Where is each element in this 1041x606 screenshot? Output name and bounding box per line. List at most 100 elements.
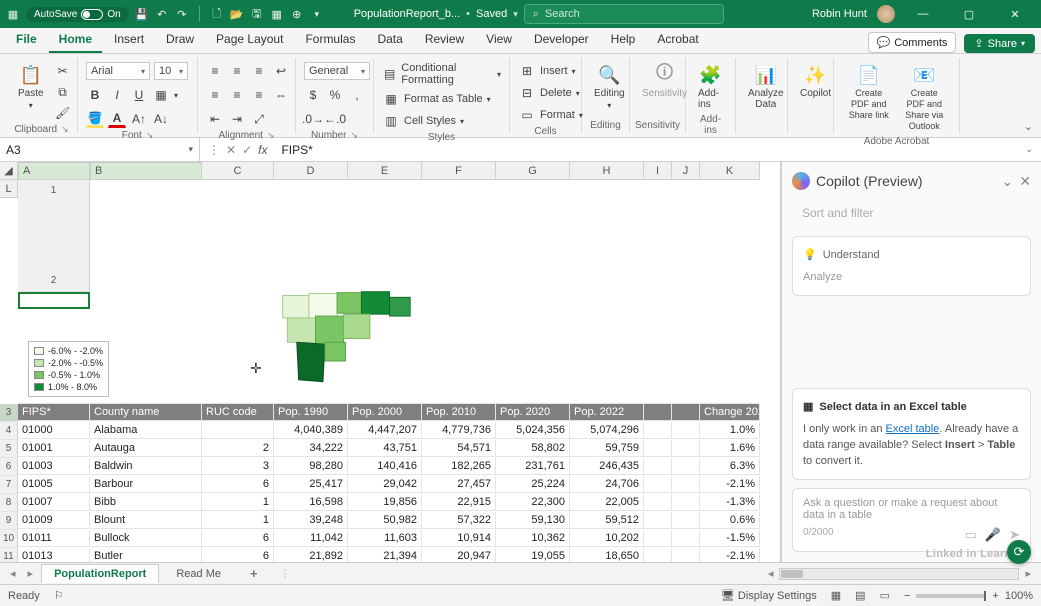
- row-header[interactable]: 6: [0, 458, 18, 476]
- cell[interactable]: 39,248: [274, 512, 348, 529]
- editing-button[interactable]: 🔍Editing▾: [590, 62, 629, 112]
- worksheet[interactable]: ◢ABCDEFGHIJKL12 -6.0% - -2.0%-2.0% - -0.…: [0, 162, 781, 562]
- table-header[interactable]: Pop. 2010: [422, 404, 496, 421]
- prev-sheet-icon[interactable]: ◂: [6, 567, 20, 580]
- cell[interactable]: 25,417: [274, 476, 348, 493]
- launcher-icon[interactable]: ↘: [267, 130, 275, 141]
- cell[interactable]: 140,416: [348, 458, 422, 475]
- sheet-tab-readme[interactable]: Read Me: [163, 564, 234, 583]
- cell[interactable]: 01005: [18, 476, 90, 493]
- excel-table-link[interactable]: Excel table: [886, 423, 940, 435]
- table-header[interactable]: Pop. 2022: [570, 404, 644, 421]
- cell[interactable]: 59,512: [570, 512, 644, 529]
- tab-home[interactable]: Home: [49, 27, 102, 53]
- save-icon[interactable]: 💾: [135, 7, 149, 21]
- font-color-button[interactable]: A: [108, 110, 126, 128]
- cell[interactable]: 18,650: [570, 548, 644, 562]
- cell[interactable]: 24,706: [570, 476, 644, 493]
- tab-pagelayout[interactable]: Page Layout: [206, 27, 293, 53]
- close-button[interactable]: ✕: [997, 0, 1033, 28]
- wrap-icon[interactable]: ↩: [272, 62, 290, 80]
- tab-draw[interactable]: Draw: [156, 27, 204, 53]
- copilot-suggestion[interactable]: Sort and filter: [792, 198, 1031, 228]
- chevron-down-icon[interactable]: ⌄: [1002, 173, 1014, 190]
- col-header[interactable]: K: [700, 162, 760, 180]
- cell[interactable]: 1: [202, 512, 274, 529]
- cell[interactable]: [644, 422, 672, 439]
- cell[interactable]: [202, 422, 274, 439]
- sheet-tab-active[interactable]: PopulationReport: [41, 564, 159, 583]
- undo-icon[interactable]: ↶: [155, 7, 169, 21]
- cell[interactable]: 01007: [18, 494, 90, 511]
- table-header[interactable]: FIPS*: [18, 404, 90, 421]
- row-header[interactable]: 11: [0, 548, 18, 562]
- expand-formula-icon[interactable]: ⌄: [1025, 144, 1041, 155]
- cell[interactable]: 2: [202, 440, 274, 457]
- cell[interactable]: 59,130: [496, 512, 570, 529]
- italic-button[interactable]: I: [108, 86, 126, 104]
- row-header[interactable]: 5: [0, 440, 18, 458]
- align-right-icon[interactable]: ≡: [250, 86, 268, 104]
- tab-review[interactable]: Review: [415, 27, 474, 53]
- cell[interactable]: -1.3%: [700, 494, 760, 511]
- scroll-left-icon[interactable]: ◂: [764, 567, 778, 580]
- dec-decimal-icon[interactable]: ←.0: [326, 110, 344, 128]
- format-table-button[interactable]: ▦Format as Table▾: [382, 90, 491, 108]
- percent-icon[interactable]: %: [326, 86, 344, 104]
- cell[interactable]: 4,040,389: [274, 422, 348, 439]
- cell[interactable]: 246,435: [570, 458, 644, 475]
- file-name[interactable]: PopulationReport_b...: [354, 8, 460, 20]
- scroll-right-icon[interactable]: ▸: [1021, 567, 1035, 580]
- view-normal-icon[interactable]: ▦: [831, 589, 841, 602]
- cancel-icon[interactable]: ✕: [226, 143, 236, 157]
- pdf-outlook-button[interactable]: 📧Create PDF and Share via Outlook: [898, 62, 952, 134]
- cell[interactable]: [644, 476, 672, 493]
- fill-color-button[interactable]: 🪣: [86, 110, 104, 128]
- avatar[interactable]: [877, 5, 895, 23]
- col-header[interactable]: F: [422, 162, 496, 180]
- saveas-icon[interactable]: 🖫: [250, 7, 264, 21]
- tab-file[interactable]: File: [6, 27, 47, 53]
- cell[interactable]: [644, 494, 672, 511]
- enter-icon[interactable]: ✓: [242, 143, 252, 157]
- search-box[interactable]: ⌕ Search: [524, 4, 724, 24]
- new-icon[interactable]: 🗋: [210, 7, 224, 21]
- cell[interactable]: 6: [202, 476, 274, 493]
- open-icon[interactable]: 📂: [230, 7, 244, 21]
- qatoverflow-icon[interactable]: ▾: [310, 7, 324, 21]
- format-cells-button[interactable]: ▭Format▾: [518, 106, 583, 124]
- copilot-card-understand[interactable]: 💡Understand Analyze: [792, 236, 1031, 296]
- cell[interactable]: 5,074,296: [570, 422, 644, 439]
- add-sheet-button[interactable]: +: [238, 563, 270, 584]
- attach-icon[interactable]: ▭: [965, 527, 977, 543]
- number-format[interactable]: General▾: [304, 62, 370, 80]
- indent-dec-icon[interactable]: ⇤: [206, 110, 224, 128]
- col-header[interactable]: J: [672, 162, 700, 180]
- cell[interactable]: 21,892: [274, 548, 348, 562]
- cell[interactable]: Butler: [90, 548, 202, 562]
- orientation-icon[interactable]: ⤢: [250, 110, 268, 128]
- comma-icon[interactable]: ,: [348, 86, 366, 104]
- fx-icon[interactable]: fx: [258, 143, 267, 157]
- cell[interactable]: 1.6%: [700, 440, 760, 457]
- tab-acrobat[interactable]: Acrobat: [647, 27, 708, 53]
- col-header[interactable]: A: [18, 162, 90, 180]
- cell[interactable]: 34,222: [274, 440, 348, 457]
- cell[interactable]: [672, 440, 700, 457]
- row-header[interactable]: 7: [0, 476, 18, 494]
- analyze-button[interactable]: 📊Analyze Data: [744, 62, 788, 112]
- cell[interactable]: 01013: [18, 548, 90, 562]
- hscrollbar[interactable]: [779, 568, 1019, 580]
- cell[interactable]: 54,571: [422, 440, 496, 457]
- autosave-toggle[interactable]: AutoSave On: [26, 7, 129, 22]
- cell[interactable]: [644, 512, 672, 529]
- border-button[interactable]: ▦: [152, 86, 170, 104]
- cell[interactable]: 1: [202, 494, 274, 511]
- cell[interactable]: 27,457: [422, 476, 496, 493]
- insert-cells-button[interactable]: ⊞Insert▾: [518, 62, 576, 80]
- table-header[interactable]: County name: [90, 404, 202, 421]
- cond-format-button[interactable]: ▤Conditional Formatting▾: [382, 62, 501, 86]
- cell[interactable]: 1.0%: [700, 422, 760, 439]
- grow-font-icon[interactable]: A↑: [130, 110, 148, 128]
- cell[interactable]: 01000: [18, 422, 90, 439]
